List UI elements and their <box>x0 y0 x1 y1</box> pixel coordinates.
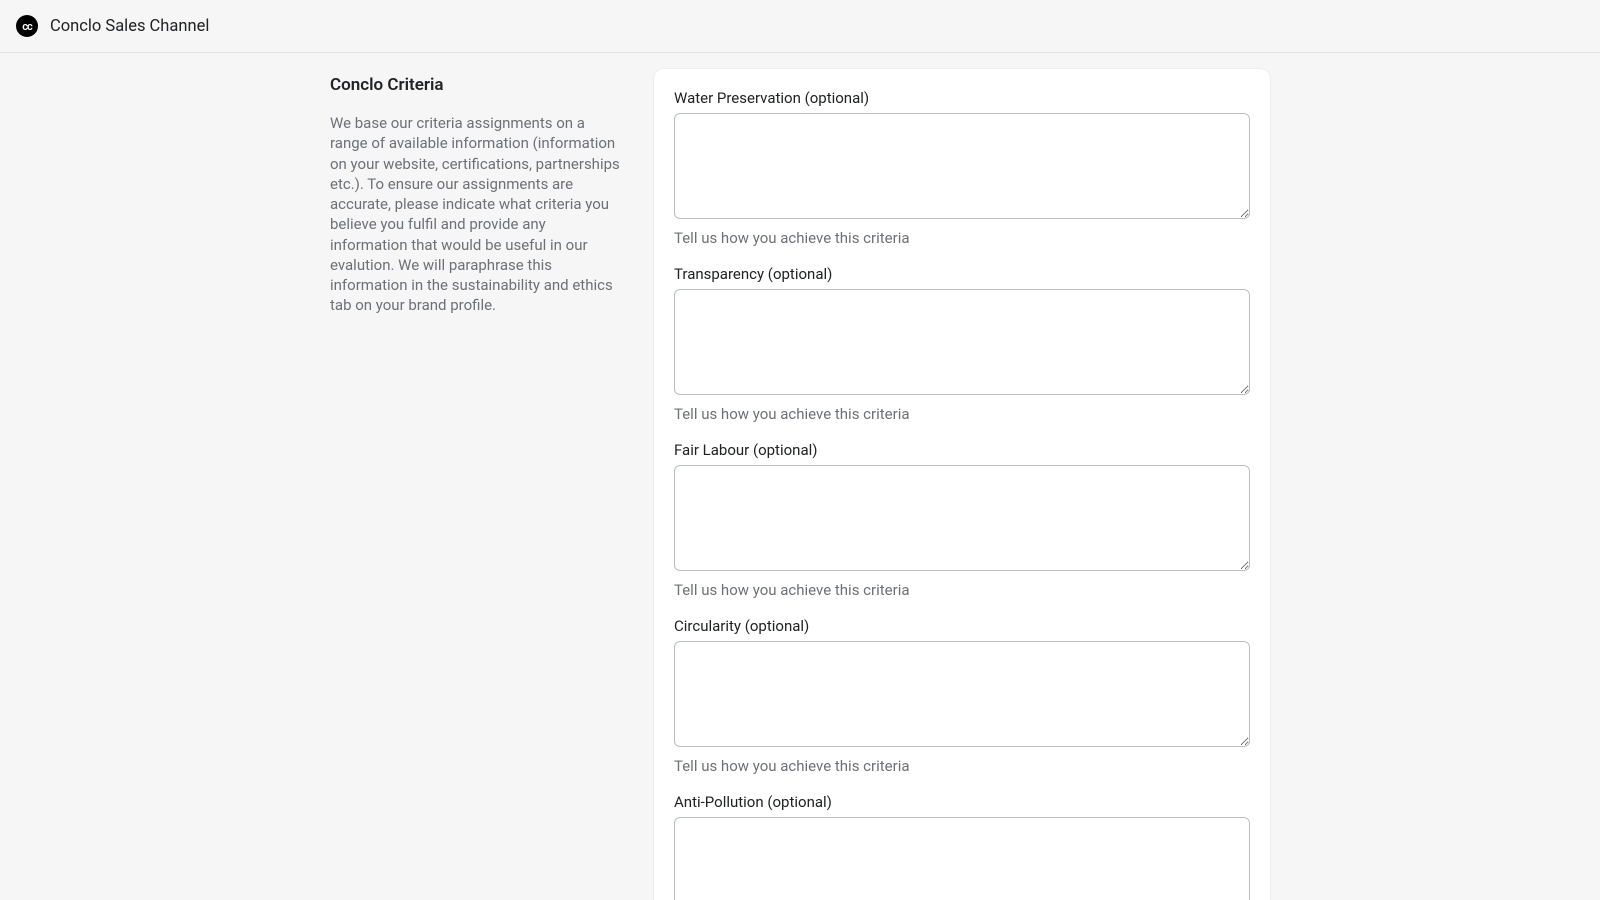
brand-logo-icon: cc <box>16 15 38 37</box>
field-circularity: Circularity (optional) Tell us how you a… <box>674 617 1250 775</box>
field-water-preservation: Water Preservation (optional) Tell us ho… <box>674 89 1250 247</box>
field-help-text: Tell us how you achieve this criteria <box>674 405 1250 423</box>
field-anti-pollution: Anti-Pollution (optional) Tell us how yo… <box>674 793 1250 900</box>
section-intro: Conclo Criteria We base our criteria ass… <box>330 69 620 900</box>
app-title: Conclo Sales Channel <box>50 17 209 36</box>
field-fair-labour: Fair Labour (optional) Tell us how you a… <box>674 441 1250 599</box>
field-help-text: Tell us how you achieve this criteria <box>674 757 1250 775</box>
app-header: cc Conclo Sales Channel <box>0 0 1600 53</box>
circularity-input[interactable] <box>674 641 1250 747</box>
main-content: Conclo Criteria We base our criteria ass… <box>0 53 1600 900</box>
section-title: Conclo Criteria <box>330 75 620 95</box>
field-transparency: Transparency (optional) Tell us how you … <box>674 265 1250 423</box>
anti-pollution-input[interactable] <box>674 817 1250 900</box>
field-label: Transparency (optional) <box>674 265 1250 283</box>
field-help-text: Tell us how you achieve this criteria <box>674 229 1250 247</box>
field-help-text: Tell us how you achieve this criteria <box>674 581 1250 599</box>
field-label: Circularity (optional) <box>674 617 1250 635</box>
section-description: We base our criteria assignments on a ra… <box>330 113 620 316</box>
criteria-form-card: Water Preservation (optional) Tell us ho… <box>654 69 1270 900</box>
field-label: Anti-Pollution (optional) <box>674 793 1250 811</box>
field-label: Fair Labour (optional) <box>674 441 1250 459</box>
water-preservation-input[interactable] <box>674 113 1250 219</box>
field-label: Water Preservation (optional) <box>674 89 1250 107</box>
transparency-input[interactable] <box>674 289 1250 395</box>
fair-labour-input[interactable] <box>674 465 1250 571</box>
